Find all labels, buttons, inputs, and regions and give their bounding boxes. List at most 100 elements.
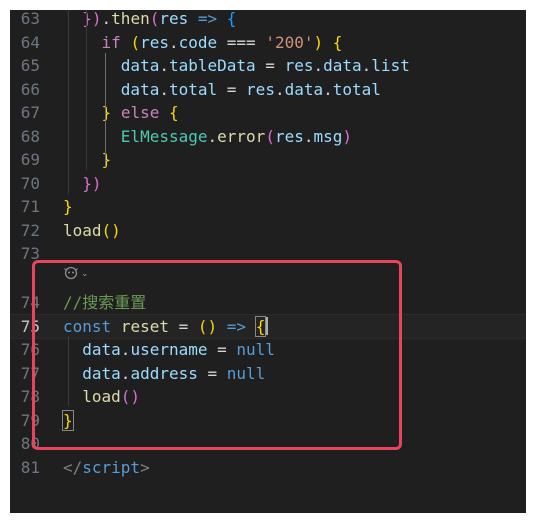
code-line[interactable]: 63 }).then(res => {	[10, 10, 526, 31]
code-token: data	[284, 79, 324, 99]
code-token: })	[82, 173, 102, 193]
code-token: )	[342, 126, 353, 146]
code-text[interactable]: //搜索重置	[63, 291, 146, 315]
code-token: code	[178, 32, 218, 52]
codelens[interactable]: ⌄	[63, 262, 89, 282]
code-token: ()	[101, 220, 121, 240]
code-token: total	[168, 79, 218, 99]
line-number: 74	[20, 293, 40, 312]
code-line[interactable]: 66 data.total = res.data.total	[10, 78, 526, 102]
code-token: {	[254, 315, 267, 337]
code-text[interactable]: </script>	[63, 456, 150, 480]
code-text[interactable]: } else {	[63, 101, 179, 125]
code-token: {	[168, 103, 179, 122]
code-token: data	[120, 79, 160, 99]
code-text[interactable]: const reset = () => {	[63, 315, 269, 339]
code-token: if	[101, 32, 121, 52]
line-number: 64	[20, 32, 40, 52]
code-token: =>	[217, 316, 256, 336]
line-number: 68	[20, 126, 40, 146]
code-token: (	[130, 32, 141, 52]
code-token: ElMessage	[120, 126, 208, 146]
copilot-icon[interactable]	[63, 265, 79, 281]
code-token: =	[168, 316, 198, 336]
code-token: const	[63, 316, 112, 336]
code-token: ()	[120, 387, 141, 406]
code-token: .	[159, 56, 169, 75]
code-line[interactable]: 77 data.address = null	[10, 362, 526, 386]
code-token: data	[82, 340, 121, 359]
code-token: {	[332, 32, 343, 52]
code-line[interactable]: 64 if (res.code === '200') {	[10, 31, 526, 55]
code-token: load	[63, 220, 102, 240]
code-text[interactable]: ElMessage.error(res.msg)	[63, 125, 352, 149]
code-line[interactable]: 81 </script>	[10, 456, 526, 480]
code-token: .	[168, 32, 179, 52]
code-text[interactable]: data.address = null	[63, 362, 265, 386]
code-token: =	[207, 340, 237, 359]
code-line[interactable]: 79}	[10, 409, 526, 433]
line-number: 63	[20, 10, 40, 28]
code-text[interactable]: }	[63, 148, 112, 172]
code-text[interactable]: load()	[63, 219, 121, 243]
code-token: =	[197, 363, 227, 383]
code-token: ===	[217, 32, 266, 52]
indent-guide	[68, 336, 69, 406]
code-token: .	[101, 10, 112, 28]
code-token: address	[130, 363, 198, 383]
code-editor[interactable]: 63 }).then(res => {64 if (res.code === '…	[10, 10, 526, 513]
code-line[interactable]: 65 data.tableData = res.data.list	[10, 54, 526, 78]
code-token: script	[82, 457, 141, 477]
code-line[interactable]: 70 })	[10, 172, 526, 196]
code-token: (	[265, 126, 275, 146]
line-number: 65	[20, 56, 40, 75]
code-line[interactable]: 71}	[10, 195, 526, 219]
code-token: res	[159, 10, 189, 28]
code-line[interactable]: 72 load()	[10, 219, 526, 243]
code-text[interactable]: load()	[63, 385, 140, 409]
code-token: ()	[197, 316, 218, 336]
code-line[interactable]: 68 ElMessage.error(res.msg)	[10, 125, 526, 149]
code-token: reset	[120, 316, 169, 336]
code-line[interactable]: 74 //搜索重置	[10, 291, 526, 315]
code-token: >	[140, 457, 150, 477]
code-token: .	[361, 56, 372, 75]
indent-guide	[68, 10, 69, 194]
line-number: 67	[20, 103, 40, 122]
line-number: 79	[20, 410, 40, 430]
line-number: 78	[20, 387, 40, 406]
code-token: data	[323, 56, 362, 75]
code-text[interactable]: }	[62, 409, 74, 433]
code-token: </	[63, 457, 83, 477]
code-text[interactable]: data.tableData = res.data.list	[63, 54, 410, 78]
code-token: }	[63, 197, 73, 216]
code-token: msg	[313, 126, 343, 146]
code-token: list	[371, 56, 410, 75]
code-token: .	[323, 79, 333, 99]
code-token: .	[274, 79, 285, 99]
code-text[interactable]: data.total = res.data.total	[63, 78, 381, 102]
code-token: data	[82, 363, 121, 383]
indent-guide	[86, 10, 87, 170]
line-number: 75	[20, 316, 40, 336]
line-number: 72	[20, 220, 40, 240]
code-text[interactable]: }).then(res => {	[63, 10, 236, 31]
code-token: '200'	[265, 32, 314, 52]
code-text[interactable]: }	[63, 195, 73, 219]
code-line[interactable]: 80	[10, 432, 526, 456]
code-text[interactable]: if (res.code === '200') {	[63, 31, 343, 55]
code-line[interactable]: 67 } else {	[10, 101, 526, 125]
code-line[interactable]: 75 const reset = () => {	[10, 313, 526, 339]
code-token: else	[120, 103, 160, 122]
code-line[interactable]: 69 }	[10, 148, 526, 172]
chevron-down-icon[interactable]: ⌄	[81, 269, 89, 279]
code-line[interactable]: 76 data.username = null	[10, 338, 526, 362]
code-text[interactable]: data.username = null	[63, 338, 275, 362]
code-line[interactable]: 78 load()	[10, 385, 526, 409]
